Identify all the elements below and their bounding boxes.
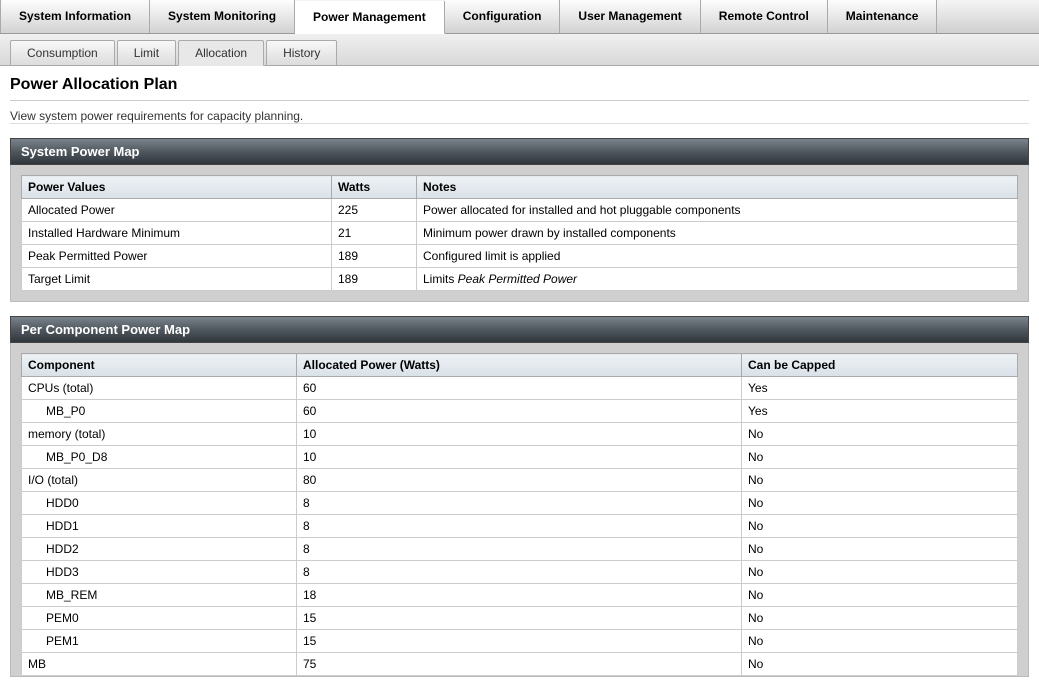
cell-allocated-watts: 18 <box>297 584 742 607</box>
cell-capped: No <box>742 538 1018 561</box>
sub-tab-allocation[interactable]: Allocation <box>178 40 264 66</box>
table-row: memory (total)10No <box>22 423 1018 446</box>
cell-allocated-watts: 15 <box>297 607 742 630</box>
table-row: MB_REM18No <box>22 584 1018 607</box>
cell-component: CPUs (total) <box>22 377 297 400</box>
cell-watts: 189 <box>332 268 417 291</box>
cell-allocated-watts: 8 <box>297 492 742 515</box>
cell-power-value: Target Limit <box>22 268 332 291</box>
table-row: MB_P0_D810No <box>22 446 1018 469</box>
main-tab-maintenance[interactable]: Maintenance <box>828 0 938 33</box>
table-row: HDD28No <box>22 538 1018 561</box>
cell-component: MB_P0_D8 <box>22 446 297 469</box>
cell-component: MB_REM <box>22 584 297 607</box>
sub-tab-history[interactable]: History <box>266 40 337 65</box>
cell-component: HDD1 <box>22 515 297 538</box>
cell-watts: 189 <box>332 245 417 268</box>
main-tab-bar: System InformationSystem MonitoringPower… <box>0 0 1039 34</box>
table-row: PEM015No <box>22 607 1018 630</box>
cell-capped: No <box>742 653 1018 676</box>
cell-component: HDD3 <box>22 561 297 584</box>
table-row: I/O (total)80No <box>22 469 1018 492</box>
main-tab-system-monitoring[interactable]: System Monitoring <box>150 0 295 33</box>
page-title: Power Allocation Plan <box>10 76 1029 94</box>
table-header-row: Power Values Watts Notes <box>22 176 1018 199</box>
cell-allocated-watts: 75 <box>297 653 742 676</box>
table-row: HDD18No <box>22 515 1018 538</box>
table-row: Allocated Power225Power allocated for in… <box>22 199 1018 222</box>
cell-allocated-watts: 8 <box>297 515 742 538</box>
table-row: HDD38No <box>22 561 1018 584</box>
col-capped: Can be Capped <box>742 354 1018 377</box>
cell-capped: No <box>742 492 1018 515</box>
per-component-header: Per Component Power Map <box>10 316 1029 343</box>
cell-capped: Yes <box>742 377 1018 400</box>
cell-allocated-watts: 80 <box>297 469 742 492</box>
table-row: CPUs (total)60Yes <box>22 377 1018 400</box>
cell-component: I/O (total) <box>22 469 297 492</box>
cell-component: PEM1 <box>22 630 297 653</box>
cell-notes: Configured limit is applied <box>417 245 1018 268</box>
main-tab-system-information[interactable]: System Information <box>0 0 150 33</box>
table-row: Installed Hardware Minimum21Minimum powe… <box>22 222 1018 245</box>
cell-component: MB_P0 <box>22 400 297 423</box>
cell-capped: No <box>742 515 1018 538</box>
main-tab-configuration[interactable]: Configuration <box>445 0 561 33</box>
system-power-map-body: Power Values Watts Notes Allocated Power… <box>10 165 1029 302</box>
col-component: Component <box>22 354 297 377</box>
cell-power-value: Allocated Power <box>22 199 332 222</box>
sub-tab-limit[interactable]: Limit <box>117 40 176 65</box>
cell-capped: No <box>742 630 1018 653</box>
system-power-map-table: Power Values Watts Notes Allocated Power… <box>21 175 1018 291</box>
cell-allocated-watts: 15 <box>297 630 742 653</box>
cell-capped: No <box>742 561 1018 584</box>
cell-component: memory (total) <box>22 423 297 446</box>
cell-component: HDD0 <box>22 492 297 515</box>
cell-capped: No <box>742 584 1018 607</box>
cell-watts: 225 <box>332 199 417 222</box>
per-component-table: Component Allocated Power (Watts) Can be… <box>21 353 1018 676</box>
table-row: MB_P060Yes <box>22 400 1018 423</box>
cell-component: MB <box>22 653 297 676</box>
cell-capped: No <box>742 607 1018 630</box>
col-watts: Watts <box>332 176 417 199</box>
cell-allocated-watts: 8 <box>297 561 742 584</box>
table-header-row: Component Allocated Power (Watts) Can be… <box>22 354 1018 377</box>
cell-allocated-watts: 60 <box>297 377 742 400</box>
per-component-body: Component Allocated Power (Watts) Can be… <box>10 343 1029 677</box>
cell-notes: Power allocated for installed and hot pl… <box>417 199 1018 222</box>
col-allocated-watts: Allocated Power (Watts) <box>297 354 742 377</box>
content-area: Power Allocation Plan View system power … <box>0 66 1039 697</box>
system-power-map-header: System Power Map <box>10 138 1029 165</box>
cell-notes: Limits Peak Permitted Power <box>417 268 1018 291</box>
table-row: Peak Permitted Power189Configured limit … <box>22 245 1018 268</box>
page-subtitle: View system power requirements for capac… <box>10 105 1029 124</box>
cell-power-value: Installed Hardware Minimum <box>22 222 332 245</box>
table-row: PEM115No <box>22 630 1018 653</box>
table-row: MB75No <box>22 653 1018 676</box>
cell-component: PEM0 <box>22 607 297 630</box>
main-tab-remote-control[interactable]: Remote Control <box>701 0 828 33</box>
main-tab-user-management[interactable]: User Management <box>560 0 700 33</box>
col-notes: Notes <box>417 176 1018 199</box>
cell-allocated-watts: 60 <box>297 400 742 423</box>
table-row: Target Limit189Limits Peak Permitted Pow… <box>22 268 1018 291</box>
cell-component: HDD2 <box>22 538 297 561</box>
main-tab-power-management[interactable]: Power Management <box>295 1 445 34</box>
cell-notes: Minimum power drawn by installed compone… <box>417 222 1018 245</box>
sub-tab-bar: ConsumptionLimitAllocationHistory <box>0 34 1039 66</box>
cell-capped: Yes <box>742 400 1018 423</box>
cell-allocated-watts: 10 <box>297 446 742 469</box>
col-power-values: Power Values <box>22 176 332 199</box>
cell-allocated-watts: 8 <box>297 538 742 561</box>
cell-watts: 21 <box>332 222 417 245</box>
cell-capped: No <box>742 469 1018 492</box>
sub-tab-consumption[interactable]: Consumption <box>10 40 115 65</box>
cell-capped: No <box>742 446 1018 469</box>
cell-allocated-watts: 10 <box>297 423 742 446</box>
cell-capped: No <box>742 423 1018 446</box>
cell-power-value: Peak Permitted Power <box>22 245 332 268</box>
table-row: HDD08No <box>22 492 1018 515</box>
title-divider <box>10 100 1029 101</box>
